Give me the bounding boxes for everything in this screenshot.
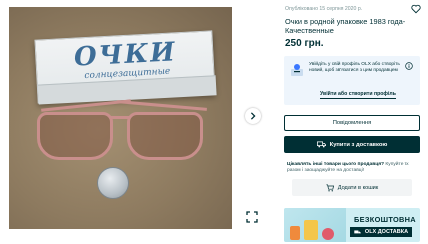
info-icon[interactable]	[405, 62, 413, 70]
banner-illustration	[284, 208, 346, 242]
image-gallery: ОЧКИ солнцезащитные	[0, 0, 266, 244]
add-to-cart-label: Додати в кошик	[337, 184, 379, 191]
truck-icon	[316, 141, 326, 148]
message-button[interactable]: Повідомлення	[284, 115, 420, 131]
next-photo-button[interactable]	[245, 108, 261, 124]
chevron-right-icon	[250, 112, 256, 120]
bundle-text: Цікавлять інші товари цього продавця? Ку…	[287, 162, 419, 174]
listing-price: 250 грн.	[285, 38, 324, 49]
cart-icon	[326, 183, 334, 191]
profile-icon	[291, 64, 303, 76]
banner-headline: БЕЗКОШТОВНА	[354, 215, 416, 224]
banner-brand-text: OLX ДОСТАВКА	[364, 229, 409, 235]
buy-with-delivery-button[interactable]: Купити з доставкою	[284, 136, 420, 153]
promo-text: Увійдіть у свій профіль OLX або створіть…	[309, 62, 400, 73]
left-lens	[37, 112, 113, 160]
bundle-question: Цікавлять інші товари цього продавця?	[287, 162, 385, 167]
publish-date: Опубліковано 15 серпня 2020 р.	[285, 6, 363, 12]
banner-brand-bar: OLX ДОСТАВКА	[350, 227, 412, 237]
message-button-label: Повідомлення	[332, 120, 372, 126]
add-to-cart-button[interactable]: Додати в кошик	[292, 179, 412, 196]
sunglasses	[31, 99, 211, 162]
login-promo: Увійдіть у свій профіль OLX або створіть…	[284, 56, 420, 105]
coin	[97, 167, 129, 199]
buy-button-label: Купити з доставкою	[329, 141, 388, 148]
expand-icon[interactable]	[246, 211, 258, 223]
right-lens	[127, 112, 203, 160]
seller-bundle-section: Цікавлять інші товари цього продавця? Ку…	[284, 159, 420, 201]
listing-photo[interactable]: ОЧКИ солнцезащитные	[9, 7, 232, 229]
listing-panel: Опубліковано 15 серпня 2020 р. Очки в ро…	[275, 0, 428, 244]
delivery-banner[interactable]: БЕЗКОШТОВНА OLX ДОСТАВКА	[284, 208, 420, 242]
login-link[interactable]: Увійти або створити профіль	[320, 91, 396, 99]
listing-title: Очки в родной упаковке 1983 года- Качест…	[285, 17, 406, 35]
truck-icon	[354, 229, 361, 233]
heart-icon[interactable]	[411, 4, 421, 14]
glasses-box: ОЧКИ солнцезащитные	[34, 30, 217, 105]
